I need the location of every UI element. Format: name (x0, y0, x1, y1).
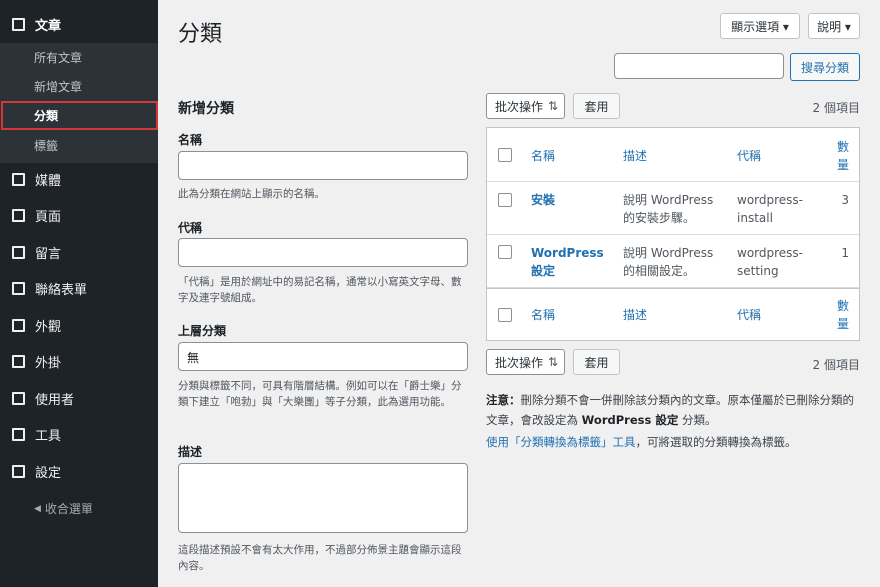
menu-comments[interactable]: 留言 (0, 234, 158, 270)
parent-select[interactable]: 無 (178, 342, 468, 371)
collapse-menu-button[interactable]: ◀ 收合選單 (34, 500, 93, 517)
description-label: 描述 (178, 445, 203, 459)
category-count[interactable]: 3 (829, 191, 849, 209)
search-input[interactable] (614, 53, 784, 79)
posts-submenu: 所有文章 新增文章 分類 標籤 (0, 43, 158, 163)
category-description: 說明 WordPress 的相關設定。 (623, 246, 714, 278)
converter-note: 使用「分類轉換為標籤」工具，可將選取的分類轉換為標籤。 (486, 435, 797, 449)
pages-icon (12, 208, 25, 222)
comments-icon (12, 245, 25, 259)
menu-posts[interactable]: 文章 (0, 6, 158, 42)
delete-note: 注意：刪除分類不會一併刪除該分類內的文章。原本僅屬於已刪除分類的文章，會改設定為… (486, 393, 854, 427)
bulk-actions-select-top[interactable]: 批次操作 ⇅ (486, 93, 565, 119)
slug-help: 「代稱」是用於網址中的易記名稱，通常以小寫英文字母、數字及連字號組成。 (178, 276, 462, 304)
screen-options-button[interactable]: 顯示選項 ▾ (720, 13, 800, 39)
category-count[interactable]: 1 (829, 244, 849, 262)
select-all-checkbox[interactable] (498, 148, 512, 162)
table-footer: 名稱 描述 代稱 數 量 (487, 288, 859, 341)
column-slug[interactable]: 代稱 (737, 147, 761, 165)
item-count-top: 2 個項目 (812, 101, 860, 115)
description-help: 這段描述預設不會有太大作用，不過部分佈景主題會顯示這段內容。 (178, 544, 462, 572)
bulk-actions-select-bottom[interactable]: 批次操作 ⇅ (486, 349, 565, 375)
contact-form-icon (12, 281, 25, 295)
name-help: 此為分類在網站上顯示的名稱。 (178, 188, 325, 200)
menu-appearance[interactable]: 外觀 (0, 307, 158, 343)
menu-contact-form[interactable]: 聯絡表單 (0, 270, 158, 306)
menu-settings[interactable]: 設定 (0, 453, 158, 489)
column-name[interactable]: 名稱 (531, 147, 555, 165)
apply-button-bottom[interactable]: 套用 (573, 349, 620, 375)
column-slug-footer[interactable]: 代稱 (737, 306, 761, 324)
parent-help: 分類與標籤不同，可具有階層結構。例如可以在「爵士樂」分類下建立「咆勃」與「大樂團… (178, 380, 462, 408)
sort-arrows-icon: ⇅ (548, 99, 559, 113)
column-description-footer[interactable]: 描述 (623, 306, 647, 324)
submenu-tags[interactable]: 標籤 (0, 131, 158, 160)
menu-tools[interactable]: 工具 (0, 416, 158, 452)
name-label: 名稱 (178, 133, 203, 147)
column-count[interactable]: 數 量 (837, 138, 849, 174)
row-checkbox[interactable] (498, 193, 512, 207)
submenu-new-post[interactable]: 新增文章 (0, 72, 158, 101)
plugins-icon (12, 354, 25, 368)
collapse-arrow-icon: ◀ (34, 503, 41, 514)
table-header: 名稱 描述 代稱 數 量 (487, 128, 859, 182)
help-button[interactable]: 說明 ▾ (808, 13, 860, 39)
menu-media[interactable]: 媒體 (0, 161, 158, 197)
menu-users[interactable]: 使用者 (0, 380, 158, 416)
row-checkbox[interactable] (498, 245, 512, 259)
categories-table: 名稱 描述 代稱 數 量 安裝 說明 WordPress 的安裝步驟。 word… (486, 127, 860, 341)
name-input[interactable] (178, 151, 468, 180)
table-row: WordPress 設定 說明 WordPress 的相關設定。 wordpre… (487, 235, 859, 288)
category-slug: wordpress- install (737, 193, 803, 225)
description-textarea[interactable] (178, 463, 468, 533)
slug-label: 代稱 (178, 221, 203, 235)
table-row: 安裝 說明 WordPress 的安裝步驟。 wordpress- instal… (487, 182, 859, 235)
settings-icon (12, 464, 25, 478)
category-name-link[interactable]: WordPress 設定 (531, 244, 604, 280)
search-categories-button[interactable]: 搜尋分類 (790, 53, 860, 81)
page-title: 分類 (178, 22, 223, 47)
apply-button-top[interactable]: 套用 (573, 93, 620, 119)
sort-arrows-icon: ⇅ (548, 355, 559, 369)
posts-icon (12, 17, 25, 31)
column-name-footer[interactable]: 名稱 (531, 306, 555, 324)
submenu-categories[interactable]: 分類 (1, 101, 158, 130)
column-description[interactable]: 描述 (623, 147, 647, 165)
category-description: 說明 WordPress 的安裝步驟。 (623, 193, 714, 225)
menu-pages[interactable]: 頁面 (0, 197, 158, 233)
users-icon (12, 391, 25, 405)
category-name-link[interactable]: 安裝 (531, 191, 555, 209)
select-all-checkbox-footer[interactable] (498, 308, 512, 322)
appearance-icon (12, 318, 25, 332)
column-count-footer[interactable]: 數 量 (837, 297, 849, 333)
slug-input[interactable] (178, 238, 468, 267)
add-category-title: 新增分類 (178, 101, 234, 117)
category-slug: wordpress- setting (737, 246, 803, 278)
submenu-all-posts[interactable]: 所有文章 (0, 43, 158, 72)
category-tag-converter-link[interactable]: 使用「分類轉換為標籤」工具 (486, 435, 636, 449)
menu-plugins[interactable]: 外掛 (0, 343, 158, 379)
media-icon (12, 172, 25, 186)
tools-icon (12, 427, 25, 441)
item-count-bottom: 2 個項目 (812, 358, 860, 372)
admin-sidebar: 文章 所有文章 新增文章 分類 標籤 媒體 頁面 留言 聯絡表單 外觀 外掛 使… (0, 0, 158, 587)
parent-label: 上層分類 (178, 324, 227, 338)
